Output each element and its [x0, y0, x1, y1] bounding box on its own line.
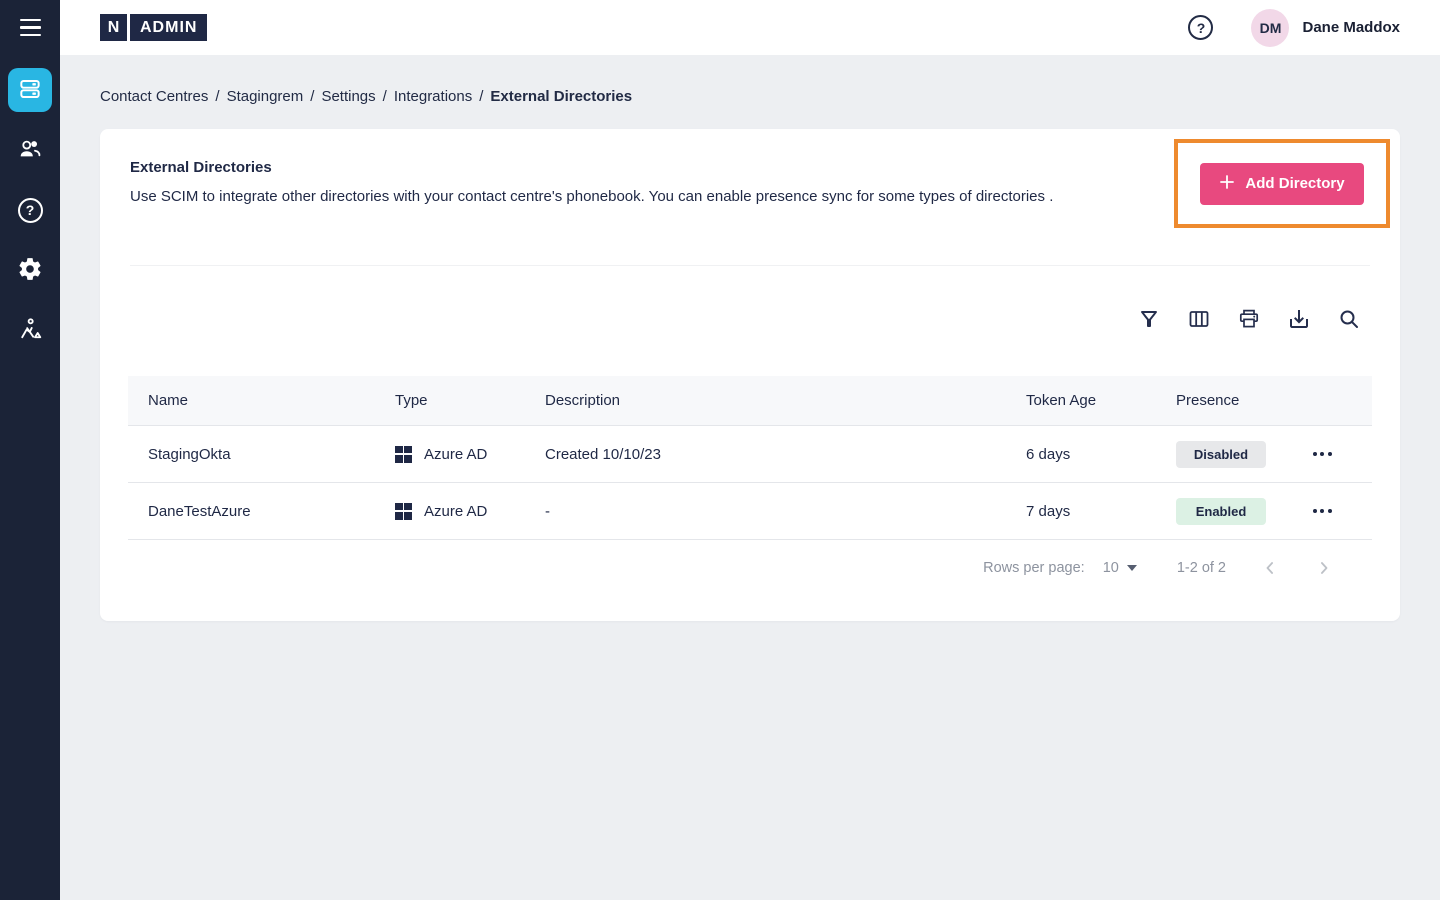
- app-logo[interactable]: N ADMIN: [100, 14, 207, 41]
- external-directories-card: External Directories Use SCIM to integra…: [100, 129, 1400, 621]
- cell-presence: Disabled: [1156, 441, 1280, 468]
- column-header-token-age[interactable]: Token Age: [1006, 392, 1156, 409]
- table-row: DaneTestAzure Azure AD - 7 days Enabled: [128, 483, 1372, 540]
- search-icon[interactable]: [1336, 306, 1362, 332]
- menu-toggle-button[interactable]: [0, 0, 60, 55]
- content: Contact Centres/Stagingrem/Settings/Inte…: [60, 55, 1440, 900]
- row-actions-icon[interactable]: [1307, 503, 1338, 519]
- directories-table: Name Type Description Token Age Presence…: [128, 376, 1372, 540]
- worker-digging-icon: [17, 316, 43, 345]
- sidebar-item-help[interactable]: ?: [8, 188, 52, 232]
- row-actions-icon[interactable]: [1307, 446, 1338, 462]
- rows-per-page-select[interactable]: 10: [1103, 560, 1137, 576]
- topbar-right: ? DM Dane Maddox: [1188, 9, 1400, 47]
- sidebar-item-maintenance[interactable]: [8, 308, 52, 352]
- breadcrumb-item-contact-centres[interactable]: Contact Centres: [100, 88, 208, 105]
- server-stack-icon: [17, 76, 43, 105]
- presence-badge: Disabled: [1176, 441, 1266, 468]
- cell-type: Azure AD: [375, 446, 525, 463]
- add-directory-button[interactable]: Add Directory: [1200, 163, 1364, 205]
- pagination: Rows per page: 10 1-2 of 2: [128, 541, 1338, 595]
- topbar: N ADMIN ? DM Dane Maddox: [60, 0, 1440, 55]
- next-page-icon[interactable]: [1310, 554, 1338, 582]
- cell-description: Created 10/10/23: [525, 446, 1006, 463]
- gear-icon: [17, 256, 43, 285]
- caret-down-icon: [1127, 565, 1137, 571]
- table-row: StagingOkta Azure AD Created 10/10/23 6 …: [128, 426, 1372, 483]
- hamburger-icon: [20, 19, 41, 22]
- breadcrumb-item-stagingrem[interactable]: Stagingrem: [227, 88, 304, 105]
- logo-n-badge: N: [100, 14, 127, 41]
- microsoft-logo-icon: [395, 446, 412, 463]
- help-circle-icon: ?: [18, 198, 43, 223]
- cell-token-age: 6 days: [1006, 446, 1156, 463]
- help-icon[interactable]: ?: [1188, 15, 1213, 40]
- sidebar: ?: [0, 0, 60, 900]
- header-divider: [130, 265, 1370, 266]
- logo-admin-badge: ADMIN: [130, 14, 207, 41]
- table-toolbar: [1136, 306, 1362, 332]
- sidebar-item-contact-centres[interactable]: [8, 68, 52, 112]
- sidebar-item-settings[interactable]: [8, 248, 52, 292]
- print-icon[interactable]: [1236, 306, 1262, 332]
- previous-page-icon[interactable]: [1256, 554, 1284, 582]
- filter-icon[interactable]: [1136, 306, 1162, 332]
- presence-badge: Enabled: [1176, 498, 1266, 525]
- sidebar-item-users[interactable]: [8, 128, 52, 172]
- pagination-range: 1-2 of 2: [1177, 560, 1226, 576]
- microsoft-logo-icon: [395, 503, 412, 520]
- cell-description: -: [525, 503, 1006, 520]
- breadcrumb-item-settings[interactable]: Settings: [321, 88, 375, 105]
- main-area: N ADMIN ? DM Dane Maddox Contact Centres…: [60, 0, 1440, 900]
- breadcrumb-item-integrations[interactable]: Integrations: [394, 88, 472, 105]
- plus-icon: [1219, 174, 1235, 194]
- page-description: Use SCIM to integrate other directories …: [130, 188, 1053, 205]
- breadcrumb-current: External Directories: [490, 88, 632, 105]
- column-header-presence[interactable]: Presence: [1156, 392, 1280, 409]
- annotation-highlight-box: Add Directory: [1174, 139, 1390, 228]
- cell-name: DaneTestAzure: [128, 503, 375, 520]
- breadcrumb: Contact Centres/Stagingrem/Settings/Inte…: [100, 88, 1400, 105]
- user-name[interactable]: Dane Maddox: [1302, 19, 1400, 36]
- sidebar-nav: ?: [8, 68, 52, 352]
- cell-token-age: 7 days: [1006, 503, 1156, 520]
- column-header-name[interactable]: Name: [128, 392, 375, 409]
- cell-type: Azure AD: [375, 503, 525, 520]
- rows-per-page-label: Rows per page:: [983, 560, 1085, 576]
- column-header-description[interactable]: Description: [525, 392, 1006, 409]
- cell-presence: Enabled: [1156, 498, 1280, 525]
- columns-icon[interactable]: [1186, 306, 1212, 332]
- people-icon: [17, 136, 43, 165]
- page-title: External Directories: [130, 159, 1053, 176]
- card-header: External Directories Use SCIM to integra…: [130, 159, 1053, 205]
- column-header-type[interactable]: Type: [375, 392, 525, 409]
- app-root: ?: [0, 0, 1440, 900]
- download-icon[interactable]: [1286, 306, 1312, 332]
- avatar[interactable]: DM: [1251, 9, 1289, 47]
- cell-name: StagingOkta: [128, 446, 375, 463]
- table-header-row: Name Type Description Token Age Presence: [128, 376, 1372, 426]
